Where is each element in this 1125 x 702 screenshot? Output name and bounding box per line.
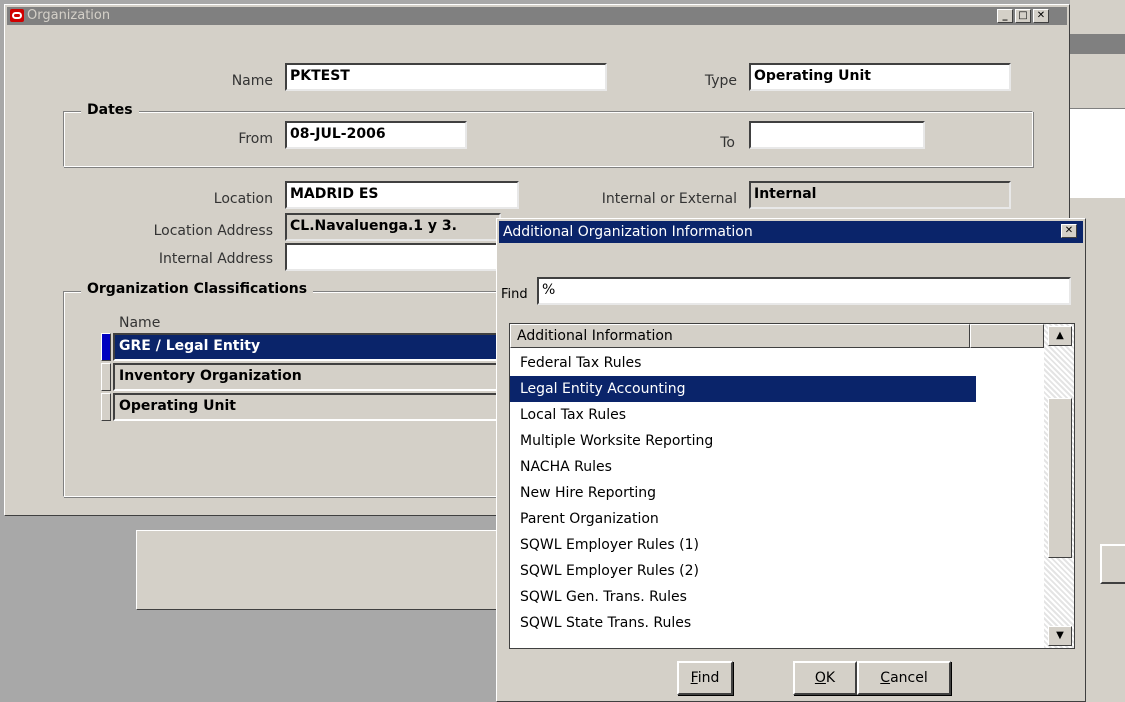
find-label: Find xyxy=(501,287,528,302)
classification-row[interactable]: GRE / Legal Entity xyxy=(113,333,501,361)
location-address-field[interactable]: CL.Navaluenga.1 y 3. xyxy=(285,213,501,241)
row-marker[interactable] xyxy=(101,363,111,391)
internal-external-label: Internal or External xyxy=(601,191,737,207)
column-header-label: Additional Information xyxy=(517,328,673,344)
list-item[interactable]: Legal Entity Accounting xyxy=(510,376,976,402)
column-header[interactable]: Additional Information xyxy=(510,324,970,348)
background-window-panel xyxy=(1070,108,1125,198)
ok-button-rest: K xyxy=(825,670,836,686)
type-label: Type xyxy=(704,73,737,89)
internal-external-field[interactable]: Internal xyxy=(749,181,1011,209)
list-item[interactable]: SQWL Employer Rules (1) xyxy=(510,532,976,558)
list-item[interactable]: SQWL State Trans. Rules xyxy=(510,610,976,636)
classifications-group-title: Organization Classifications xyxy=(81,281,314,297)
cancel-button[interactable]: Cancel xyxy=(857,661,951,695)
list-item[interactable]: New Hire Reporting xyxy=(510,480,976,506)
classification-row[interactable]: Operating Unit xyxy=(113,393,501,421)
close-icon[interactable]: ✕ xyxy=(1033,9,1049,23)
list-item[interactable]: Local Tax Rules xyxy=(510,402,976,428)
list-item[interactable]: Parent Organization xyxy=(510,506,976,532)
dialog-titlebar[interactable]: Additional Organization Information ✕ xyxy=(499,221,1083,243)
location-field[interactable]: MADRID ES xyxy=(285,181,519,209)
ok-button[interactable]: OK xyxy=(793,661,857,695)
location-address-label: Location Address xyxy=(153,223,273,239)
list-item[interactable]: Multiple Worksite Reporting xyxy=(510,428,976,454)
row-marker[interactable] xyxy=(101,333,111,361)
ok-button-mnemonic: O xyxy=(814,670,826,686)
classification-row[interactable]: Inventory Organization xyxy=(113,363,501,391)
background-form-panel xyxy=(136,530,516,610)
name-label: Name xyxy=(231,73,273,89)
type-field[interactable]: Operating Unit xyxy=(749,63,1011,91)
find-button-mnemonic: F xyxy=(690,670,698,686)
classifications-name-header: Name xyxy=(119,315,161,331)
close-icon[interactable]: ✕ xyxy=(1061,224,1077,238)
row-marker[interactable] xyxy=(101,393,111,421)
vertical-scrollbar[interactable]: ▲ ▼ xyxy=(1044,324,1074,648)
to-date-field[interactable] xyxy=(749,121,925,149)
minimize-icon[interactable]: _ xyxy=(997,9,1013,23)
internal-address-label: Internal Address xyxy=(158,251,273,267)
organization-titlebar[interactable]: Organization _ □ ✕ xyxy=(7,7,1067,25)
cancel-button-rest: ancel xyxy=(890,670,928,686)
background-window-titlebar xyxy=(1070,34,1125,54)
background-window-button[interactable] xyxy=(1100,544,1125,584)
internal-address-field[interactable] xyxy=(285,243,501,271)
list-item[interactable]: Federal Tax Rules xyxy=(510,350,976,376)
organization-window-title: Organization xyxy=(27,8,111,23)
additional-info-list: Additional Information Federal Tax Rules… xyxy=(509,323,1075,649)
dialog-title: Additional Organization Information xyxy=(503,224,753,240)
find-input[interactable]: % xyxy=(537,277,1071,305)
scroll-thumb[interactable] xyxy=(1048,398,1072,558)
location-label: Location xyxy=(213,191,273,207)
list-item[interactable]: SQWL Employer Rules (2) xyxy=(510,558,976,584)
maximize-icon[interactable]: □ xyxy=(1015,9,1031,23)
list-item[interactable]: SQWL Gen. Trans. Rules xyxy=(510,584,976,610)
scroll-down-icon[interactable]: ▼ xyxy=(1048,626,1072,646)
additional-info-dialog: Additional Organization Information ✕ Fi… xyxy=(496,218,1086,702)
list-items: Federal Tax Rules Legal Entity Accountin… xyxy=(510,350,1044,636)
to-label: To xyxy=(720,135,735,151)
list-item[interactable]: NACHA Rules xyxy=(510,454,976,480)
from-label: From xyxy=(238,131,273,147)
dates-group-title: Dates xyxy=(81,102,139,118)
name-field[interactable]: PKTEST xyxy=(285,63,607,91)
from-date-field[interactable]: 08-JUL-2006 xyxy=(285,121,467,149)
cancel-button-mnemonic: C xyxy=(880,670,891,686)
find-button[interactable]: Find xyxy=(677,661,733,695)
scroll-up-icon[interactable]: ▲ xyxy=(1048,326,1072,346)
oracle-logo-icon xyxy=(10,9,24,22)
find-button-rest: ind xyxy=(697,670,720,686)
column-header-extra[interactable] xyxy=(970,324,1044,348)
